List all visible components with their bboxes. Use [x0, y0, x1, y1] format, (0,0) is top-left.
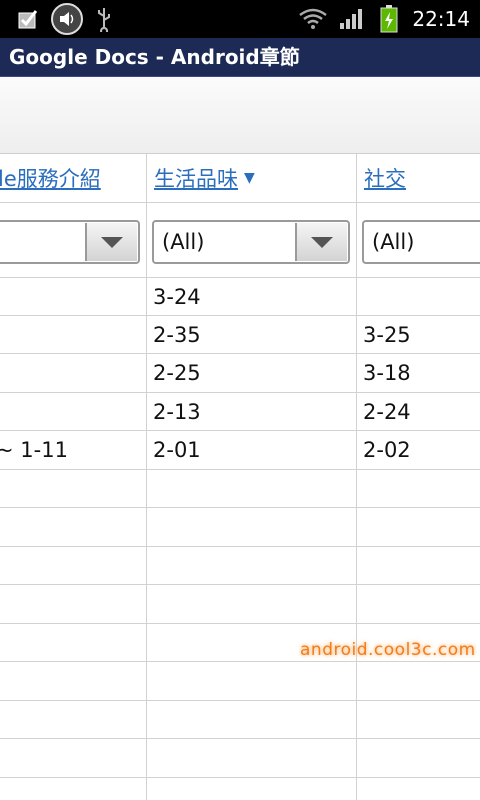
- column-header-lifestyle[interactable]: 生活品味 ▼: [154, 154, 255, 202]
- clock-time: 22:14: [412, 7, 470, 31]
- filter-dropdown-social[interactable]: (All): [362, 220, 480, 264]
- column-divider: [356, 154, 357, 800]
- filter-value: (All): [162, 230, 205, 254]
- row-divider: [0, 738, 480, 739]
- table-cell[interactable]: ~ 1-11: [0, 431, 68, 469]
- chevron-down-icon: [101, 236, 123, 248]
- column-header-link[interactable]: 社交: [364, 163, 406, 193]
- table-cell[interactable]: 3-18: [363, 354, 411, 392]
- sort-desc-icon[interactable]: ▼: [244, 170, 255, 186]
- row-divider: [0, 546, 480, 547]
- filter-value: (All): [372, 230, 415, 254]
- row-divider: [0, 507, 480, 508]
- row-divider: [0, 584, 480, 585]
- row-divider: [0, 277, 480, 278]
- table-cell[interactable]: 3-25: [363, 316, 411, 354]
- row-divider: [0, 661, 480, 662]
- row-divider: [0, 469, 480, 470]
- volume-icon: [48, 0, 86, 38]
- table-cell[interactable]: 2-24: [363, 393, 411, 431]
- toolbar-area: [0, 77, 480, 154]
- title-bar: Google Docs - Android章節: [0, 38, 480, 77]
- battery-charging-icon: [378, 0, 400, 38]
- row-divider: [0, 623, 480, 624]
- filter-dropdown-lifestyle[interactable]: (All): [152, 220, 350, 264]
- row-divider: [0, 202, 480, 203]
- table-cell[interactable]: 2-25: [153, 354, 201, 392]
- table-cell[interactable]: 2-01: [153, 431, 201, 469]
- row-divider: [0, 777, 480, 778]
- dropdown-button[interactable]: [295, 223, 347, 261]
- usb-icon: [92, 0, 116, 38]
- spreadsheet-table: le服務介紹 生活品味 ▼ 社交 (All) (All) 3-24 2-35 3…: [0, 154, 480, 800]
- chevron-down-icon: [311, 236, 333, 248]
- checkbox-notification-icon: [14, 0, 42, 38]
- filter-dropdown-service[interactable]: [0, 220, 140, 264]
- column-header-link[interactable]: 生活品味: [154, 163, 238, 193]
- signal-icon: [338, 0, 366, 38]
- table-cell[interactable]: 2-02: [363, 431, 411, 469]
- column-header-link[interactable]: le服務介紹: [0, 163, 101, 193]
- status-bar: 22:14: [0, 0, 480, 38]
- column-divider: [146, 154, 147, 800]
- watermark: android.cool3c.com: [300, 640, 476, 660]
- table-cell[interactable]: 2-13: [153, 393, 201, 431]
- column-header-service[interactable]: le服務介紹: [0, 154, 101, 202]
- row-divider: [0, 700, 480, 701]
- wifi-icon: [296, 0, 330, 38]
- table-cell[interactable]: 2-35: [153, 316, 201, 354]
- app-title: Google Docs - Android章節: [9, 45, 300, 69]
- table-cell[interactable]: 3-24: [153, 278, 201, 316]
- dropdown-button[interactable]: [85, 223, 137, 261]
- column-header-social[interactable]: 社交: [364, 154, 406, 202]
